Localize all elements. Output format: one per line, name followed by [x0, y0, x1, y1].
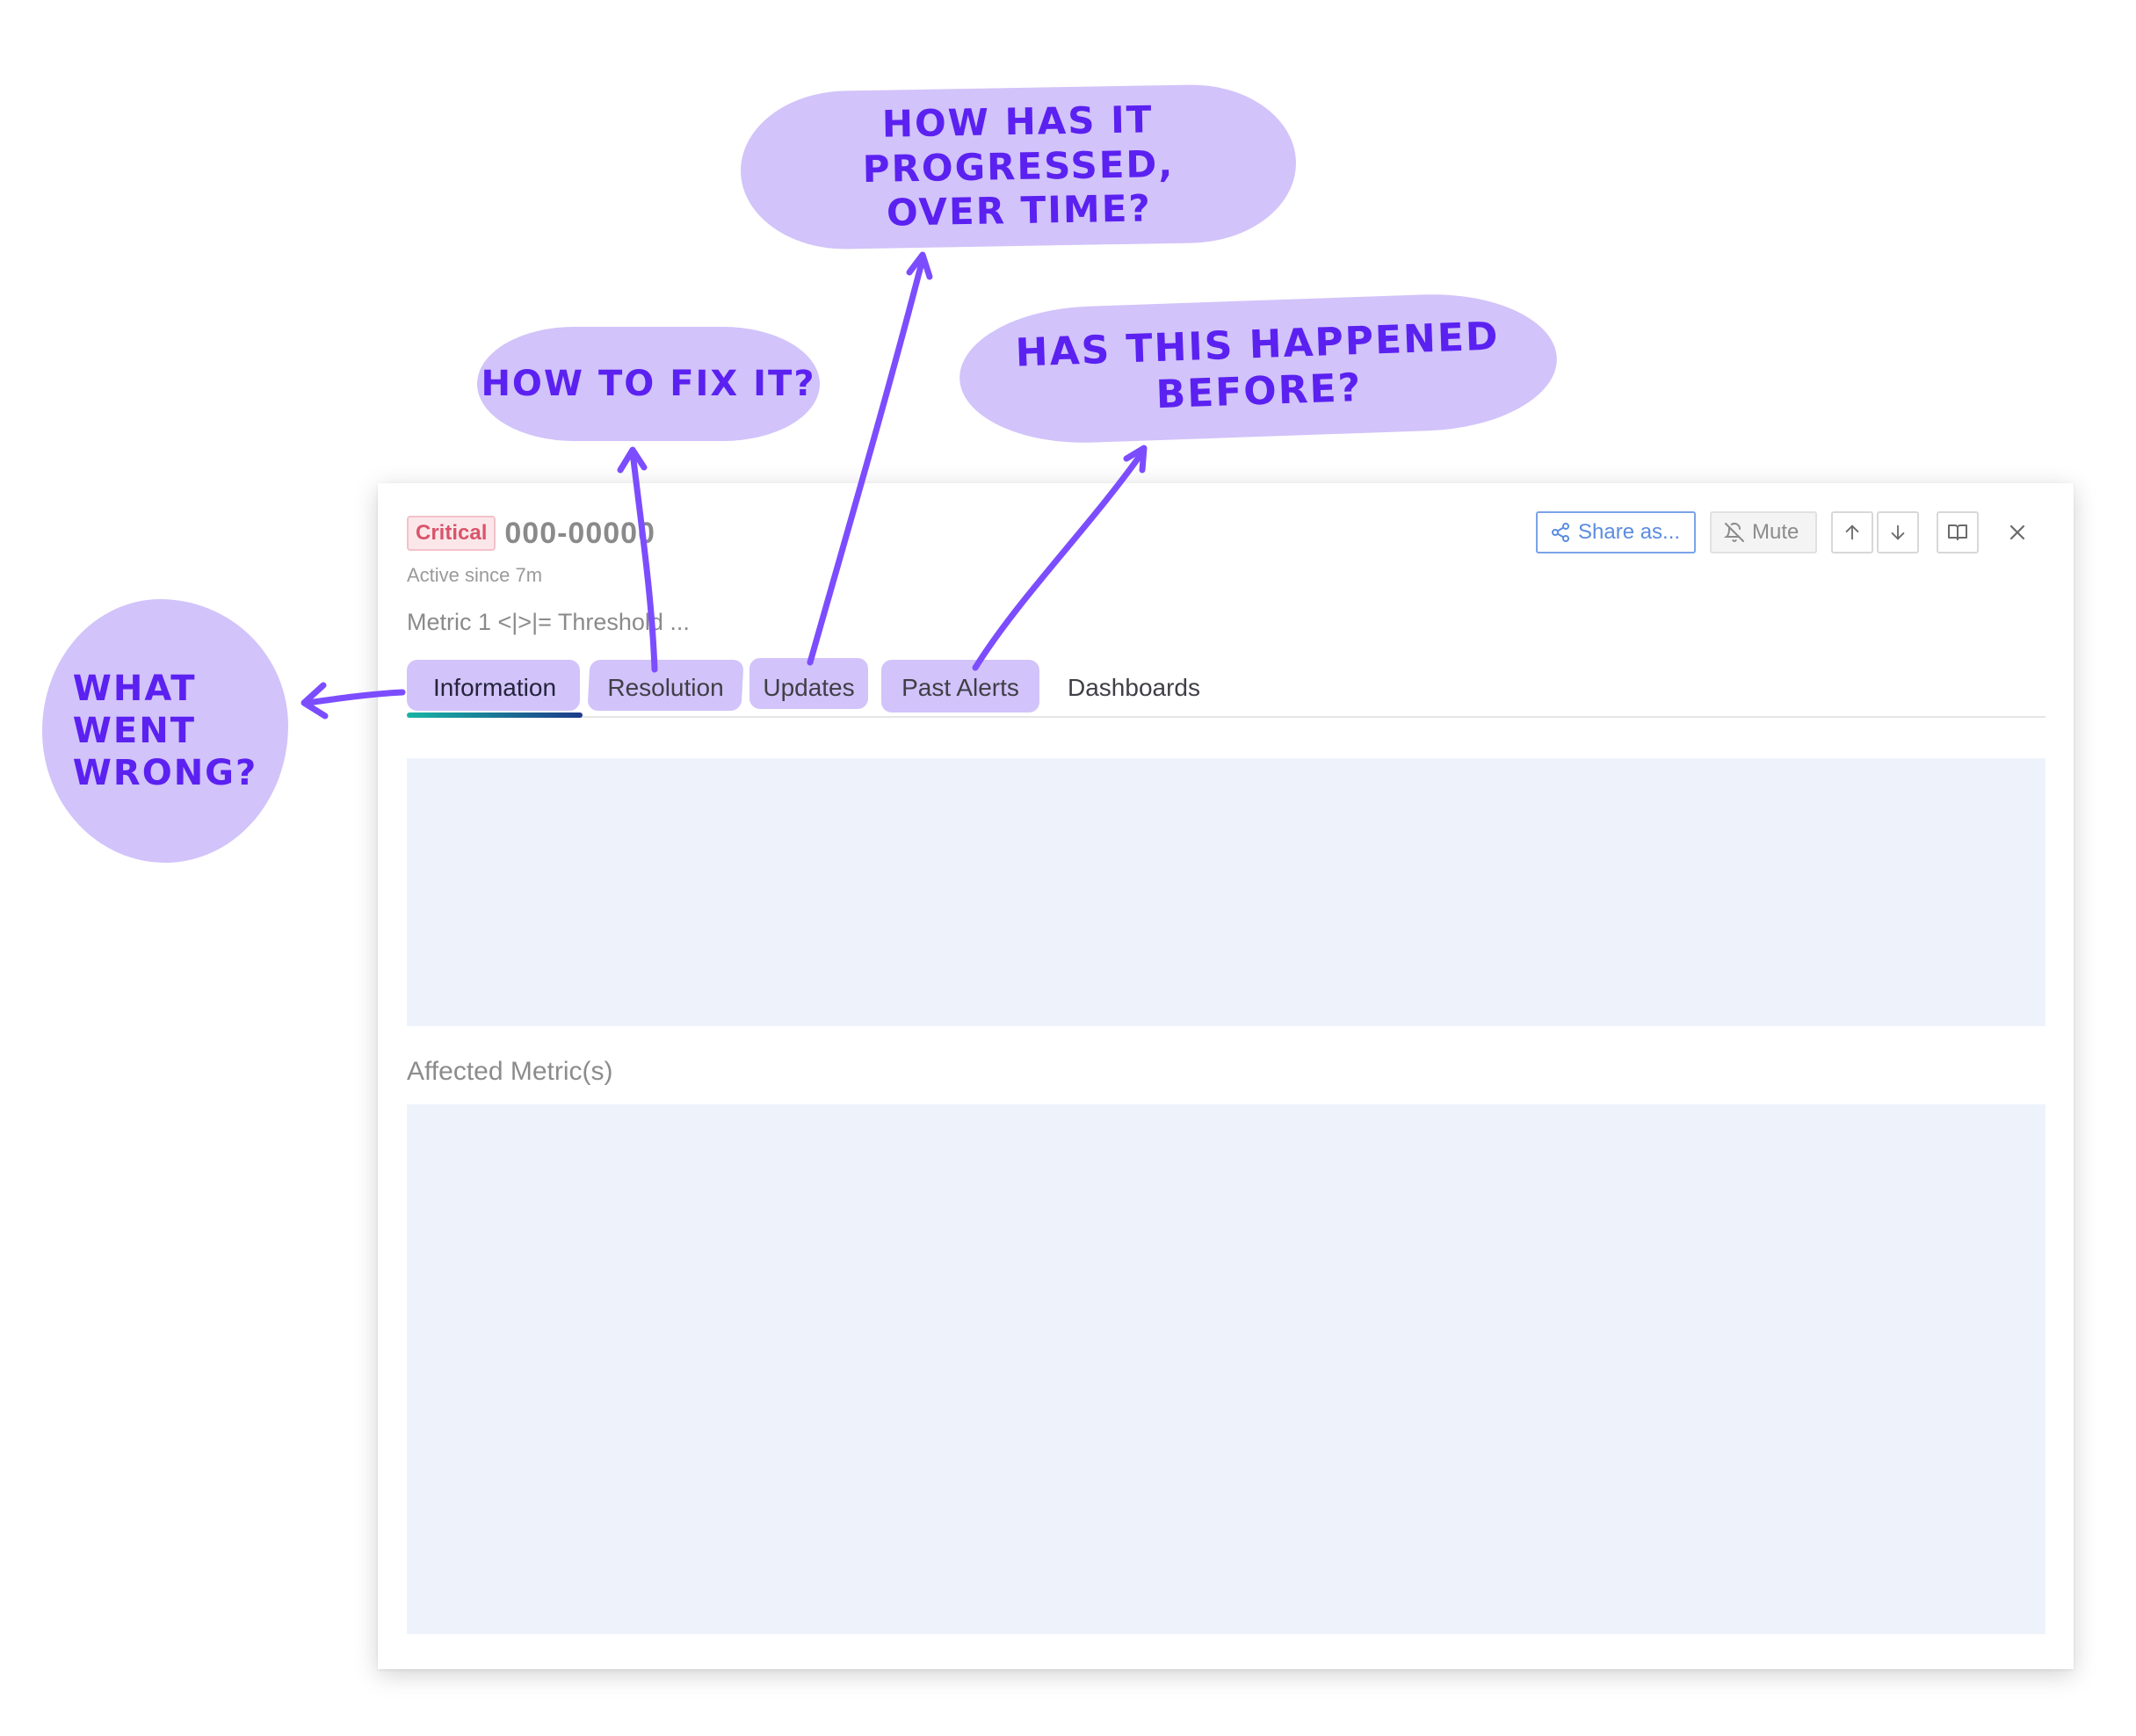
mute-button-label: Mute — [1752, 520, 1799, 544]
active-since-text: Active since 7m — [407, 564, 543, 586]
alert-header: Critical 000-00000 — [407, 516, 655, 551]
arrow-up-icon — [1845, 524, 1859, 540]
annotation-wrong-line2: WENT — [72, 711, 196, 751]
tab-bar: Information Resolution Updates Past Aler… — [407, 658, 2045, 718]
bell-off-icon — [1724, 523, 1744, 542]
annotation-progress-line1: HOW HAS IT PROGRESSED, — [862, 98, 1175, 191]
annotation-before: HAS THIS HAPPENED BEFORE? — [957, 290, 1560, 447]
tab-past-alerts[interactable]: Past Alerts — [881, 663, 1039, 712]
close-button[interactable] — [1996, 511, 2038, 553]
tab-information[interactable]: Information — [407, 663, 583, 712]
annotation-fix: HOW TO FIX IT? — [477, 327, 820, 441]
annotation-progress: HOW HAS IT PROGRESSED, OVER TIME? — [739, 83, 1298, 251]
share-button[interactable]: Share as... — [1536, 511, 1696, 553]
toolbar: Share as... Mute — [1536, 511, 2038, 553]
close-icon — [2009, 524, 2025, 540]
alert-id: 000-00000 — [504, 516, 655, 550]
severity-badge: Critical — [407, 516, 496, 551]
tab-resolution[interactable]: Resolution — [589, 663, 742, 712]
runbook-button[interactable] — [1937, 511, 1979, 553]
next-alert-button[interactable] — [1877, 511, 1919, 553]
active-tab-indicator — [407, 712, 583, 718]
tab-updates[interactable]: Updates — [749, 663, 868, 712]
annotation-progress-line2: OVER TIME? — [886, 186, 1153, 235]
alert-panel: Critical 000-00000 Active since 7m Metri… — [378, 483, 2074, 1669]
previous-alert-button[interactable] — [1831, 511, 1873, 553]
affected-metrics-label: Affected Metric(s) — [407, 1057, 613, 1086]
share-icon — [1552, 523, 1569, 542]
annotation-wrong: WHAT WENT WRONG? — [42, 599, 288, 863]
information-content-placeholder — [407, 758, 2045, 1026]
share-button-label: Share as... — [1578, 520, 1681, 544]
arrow-down-icon — [1891, 524, 1905, 540]
affected-metrics-placeholder — [407, 1104, 2045, 1634]
metric-summary: Metric 1 <|>|= Threshold ... — [407, 609, 690, 635]
annotation-wrong-line3: WRONG? — [72, 753, 258, 793]
annotation-wrong-line1: WHAT — [72, 669, 197, 709]
tab-dashboards[interactable]: Dashboards — [1057, 663, 1211, 712]
book-icon — [1948, 524, 1967, 540]
navigation-arrows — [1831, 511, 1919, 553]
mute-button[interactable]: Mute — [1710, 511, 1817, 553]
